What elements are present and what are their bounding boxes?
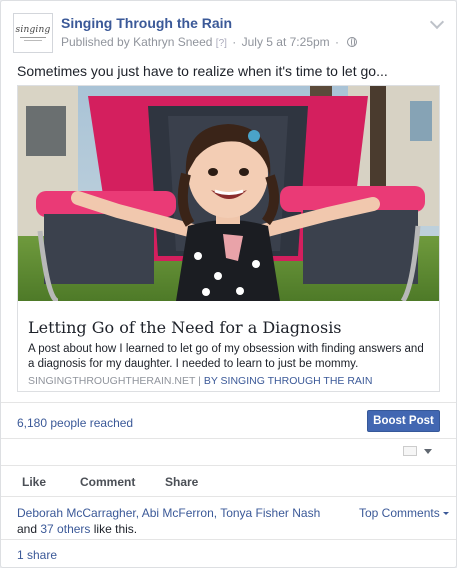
post-card: singing Singing Through the Rain Publish… (0, 0, 457, 568)
post-date-link[interactable]: July 5 at 7:25pm (242, 35, 330, 49)
logo-rule (24, 40, 42, 41)
post-text: Sometimes you just have to realize when … (17, 63, 388, 79)
top-comments-label: Top Comments (359, 506, 440, 520)
like-this-text: like this. (93, 522, 138, 536)
link-source-separator: | (198, 375, 201, 387)
shares-link[interactable]: 1 share (17, 548, 57, 562)
link-image[interactable] (18, 86, 439, 301)
meta-separator: · (335, 35, 340, 49)
comment-button[interactable]: Comment (80, 475, 135, 489)
actor-selector[interactable] (403, 445, 435, 459)
link-preview[interactable]: Letting Go of the Need for a Diagnosis A… (17, 85, 440, 392)
like-summary: Deborah McCarragher, Abi McFerron, Tonya… (17, 505, 337, 537)
actor-thumbnail (403, 446, 417, 456)
help-marker[interactable]: [?] (216, 38, 227, 49)
link-title[interactable]: Letting Go of the Need for a Diagnosis (28, 318, 428, 337)
post-meta: Published by Kathryn Sneed [?] · July 5 … (61, 35, 358, 49)
share-button[interactable]: Share (165, 475, 198, 489)
top-comments-selector[interactable]: Top Comments (359, 506, 449, 520)
page-name-link[interactable]: Singing Through the Rain (61, 15, 232, 31)
published-prefix: Published by (61, 35, 130, 49)
divider (1, 496, 456, 497)
likers-links[interactable]: Deborah McCarragher, Abi McFerron, Tonya… (17, 506, 320, 520)
logo-rule (20, 37, 46, 38)
boost-post-button[interactable]: Boost Post (367, 410, 440, 432)
others-link[interactable]: 37 others (40, 522, 90, 536)
page-logo-text: singing (15, 25, 51, 35)
caret-down-icon (442, 512, 449, 515)
link-description: A post about how I learned to let go of … (28, 343, 424, 370)
likers-and: and (17, 522, 38, 536)
reach-link[interactable]: 6,180 people reached (17, 416, 133, 430)
link-source: SINGINGTHROUGHTHERAIN.NET | BY SINGING T… (28, 375, 372, 387)
divider (1, 438, 456, 439)
divider (1, 539, 456, 540)
link-source-domain: SINGINGTHROUGHTHERAIN.NET (28, 375, 196, 387)
meta-separator: · (232, 35, 237, 49)
divider (1, 402, 456, 403)
globe-icon[interactable] (347, 37, 358, 47)
caret-down-icon (424, 449, 432, 454)
page-avatar[interactable]: singing (13, 13, 53, 53)
author-link[interactable]: Kathryn Sneed (133, 35, 212, 49)
divider (1, 465, 456, 466)
link-source-author[interactable]: BY SINGING THROUGH THE RAIN (204, 375, 373, 387)
post-header: singing Singing Through the Rain Publish… (13, 13, 443, 53)
like-button[interactable]: Like (22, 475, 46, 489)
